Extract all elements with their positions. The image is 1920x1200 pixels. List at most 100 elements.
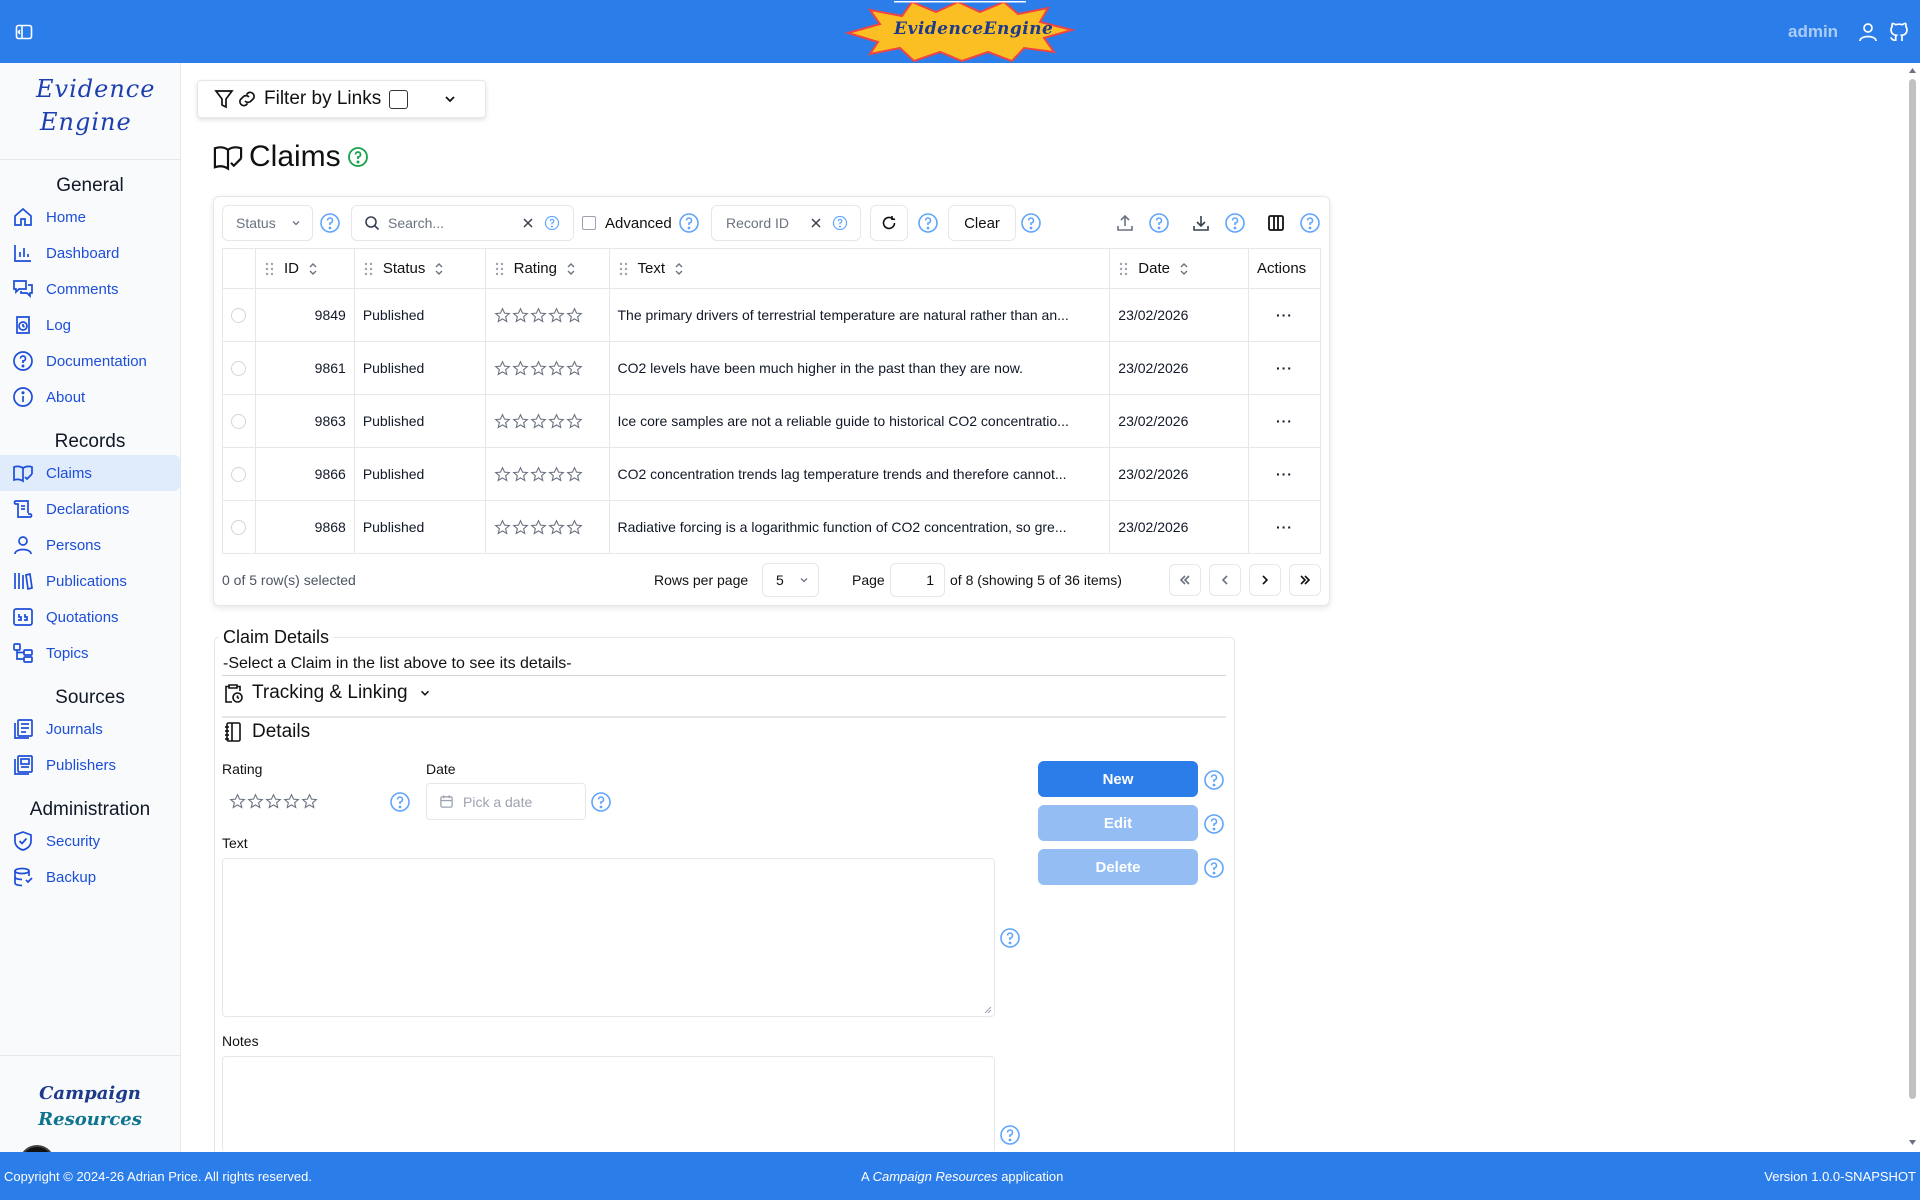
sidebar-logo[interactable]: Evidence Engine	[36, 73, 156, 143]
sort-icon[interactable]	[673, 262, 685, 276]
tracking-linking-toggle[interactable]: Tracking & Linking	[222, 682, 432, 704]
delete-button[interactable]: Delete	[1038, 849, 1198, 885]
help-icon[interactable]	[1203, 813, 1225, 835]
text-area[interactable]	[222, 858, 995, 1017]
sort-icon[interactable]	[307, 262, 319, 276]
row-select-radio[interactable]	[231, 466, 246, 482]
star-icon[interactable]	[493, 306, 511, 324]
row-select-radio[interactable]	[231, 413, 246, 429]
help-icon[interactable]	[1299, 212, 1321, 234]
star-icon[interactable]	[493, 465, 511, 483]
app-logo[interactable]: EvidenceEngine	[840, 0, 1080, 63]
advanced-checkbox[interactable]	[582, 216, 596, 230]
star-icon[interactable]	[511, 465, 529, 483]
current-user[interactable]: admin	[1788, 22, 1838, 42]
filter-by-links[interactable]: Filter by Links	[197, 80, 486, 118]
resize-handle-icon[interactable]	[983, 1005, 992, 1014]
user-icon[interactable]	[1857, 21, 1879, 43]
help-icon[interactable]	[1020, 212, 1042, 234]
record-id-input[interactable]: Record ID	[711, 205, 861, 241]
help-icon[interactable]	[832, 215, 848, 231]
rating-input[interactable]	[229, 793, 318, 810]
star-icon[interactable]	[547, 359, 565, 377]
star-icon[interactable]	[229, 793, 246, 810]
filter-checkbox[interactable]	[389, 89, 409, 109]
campaign-resources-logo[interactable]: Campaign Resources	[38, 1081, 142, 1137]
clear-button[interactable]: Clear	[948, 205, 1016, 241]
help-icon[interactable]	[917, 212, 939, 234]
last-page-button[interactable]	[1289, 564, 1321, 596]
star-icon[interactable]	[511, 518, 529, 536]
table-row[interactable]: 9868 Published Radiative forcing is a loga…	[222, 500, 1322, 554]
star-icon[interactable]	[529, 359, 547, 377]
page-number-input[interactable]: 1	[890, 563, 945, 597]
star-icon[interactable]	[565, 518, 583, 536]
refresh-button[interactable]	[870, 205, 908, 241]
sidebar-item-comments[interactable]: Comments	[0, 271, 180, 307]
columns-icon[interactable]	[1266, 213, 1286, 233]
drag-handle-icon[interactable]	[1118, 262, 1130, 276]
sidebar-item-publications[interactable]: Publications	[0, 563, 180, 599]
star-icon[interactable]	[565, 465, 583, 483]
star-icon[interactable]	[301, 793, 318, 810]
star-icon[interactable]	[547, 465, 565, 483]
star-icon[interactable]	[565, 359, 583, 377]
status-filter-select[interactable]: Status	[222, 205, 313, 241]
sidebar-toggle-icon[interactable]	[14, 22, 34, 42]
first-page-button[interactable]	[1169, 564, 1201, 596]
row-actions-button[interactable]: ···	[1247, 288, 1322, 342]
star-icon[interactable]	[511, 359, 529, 377]
row-select-radio[interactable]	[231, 519, 246, 535]
help-icon[interactable]	[389, 791, 411, 813]
help-icon[interactable]	[999, 927, 1021, 949]
star-icon[interactable]	[565, 306, 583, 324]
star-icon[interactable]	[547, 518, 565, 536]
sort-icon[interactable]	[565, 262, 577, 276]
page-scrollbar[interactable]	[1905, 63, 1920, 1152]
star-icon[interactable]	[529, 412, 547, 430]
help-icon[interactable]	[678, 212, 700, 234]
sort-icon[interactable]	[433, 262, 445, 276]
star-icon[interactable]	[529, 518, 547, 536]
help-icon[interactable]	[590, 791, 612, 813]
new-button[interactable]: New	[1038, 761, 1198, 797]
star-icon[interactable]	[511, 412, 529, 430]
table-row[interactable]: 9861 Published CO2 levels have been much h…	[222, 341, 1322, 395]
column-header-id[interactable]: ID	[254, 248, 355, 289]
sidebar-item-topics[interactable]: Topics	[0, 635, 180, 671]
sidebar-item-dashboard[interactable]: Dashboard	[0, 235, 180, 271]
row-actions-button[interactable]: ···	[1247, 341, 1322, 395]
column-header-status[interactable]: Status	[353, 248, 486, 289]
sidebar-item-security[interactable]: Security	[0, 823, 180, 859]
sidebar-item-publishers[interactable]: Publishers	[0, 747, 180, 783]
date-picker[interactable]: Pick a date	[426, 783, 586, 820]
star-icon[interactable]	[565, 412, 583, 430]
drag-handle-icon[interactable]	[363, 262, 375, 276]
close-icon[interactable]	[522, 217, 534, 229]
row-actions-button[interactable]: ···	[1247, 394, 1322, 448]
sidebar-item-persons[interactable]: Persons	[0, 527, 180, 563]
sidebar-item-journals[interactable]: Journals	[0, 711, 180, 747]
star-icon[interactable]	[493, 359, 511, 377]
row-actions-button[interactable]: ···	[1247, 447, 1322, 501]
column-header-rating[interactable]: Rating	[484, 248, 610, 289]
scroll-thumb[interactable]	[1909, 79, 1916, 1099]
sidebar-item-quotations[interactable]: Quotations	[0, 599, 180, 635]
scroll-up-icon[interactable]	[1909, 68, 1916, 73]
help-icon[interactable]	[1224, 212, 1246, 234]
close-icon[interactable]	[810, 217, 822, 229]
search-input[interactable]: Search...	[351, 205, 574, 241]
sidebar-item-documentation[interactable]: Documentation	[0, 343, 180, 379]
star-icon[interactable]	[529, 306, 547, 324]
column-header-date[interactable]: Date	[1109, 248, 1249, 289]
help-icon[interactable]	[1203, 857, 1225, 879]
edit-button[interactable]: Edit	[1038, 805, 1198, 841]
column-header-text[interactable]: Text	[608, 248, 1111, 289]
sort-icon[interactable]	[1178, 262, 1190, 276]
help-icon[interactable]	[319, 212, 341, 234]
table-row[interactable]: 9863 Published Ice core samples are not a …	[222, 394, 1322, 448]
footer-app-name[interactable]: Campaign Resources	[873, 1169, 998, 1184]
star-icon[interactable]	[511, 306, 529, 324]
star-icon[interactable]	[493, 412, 511, 430]
sidebar-item-declarations[interactable]: Declarations	[0, 491, 180, 527]
